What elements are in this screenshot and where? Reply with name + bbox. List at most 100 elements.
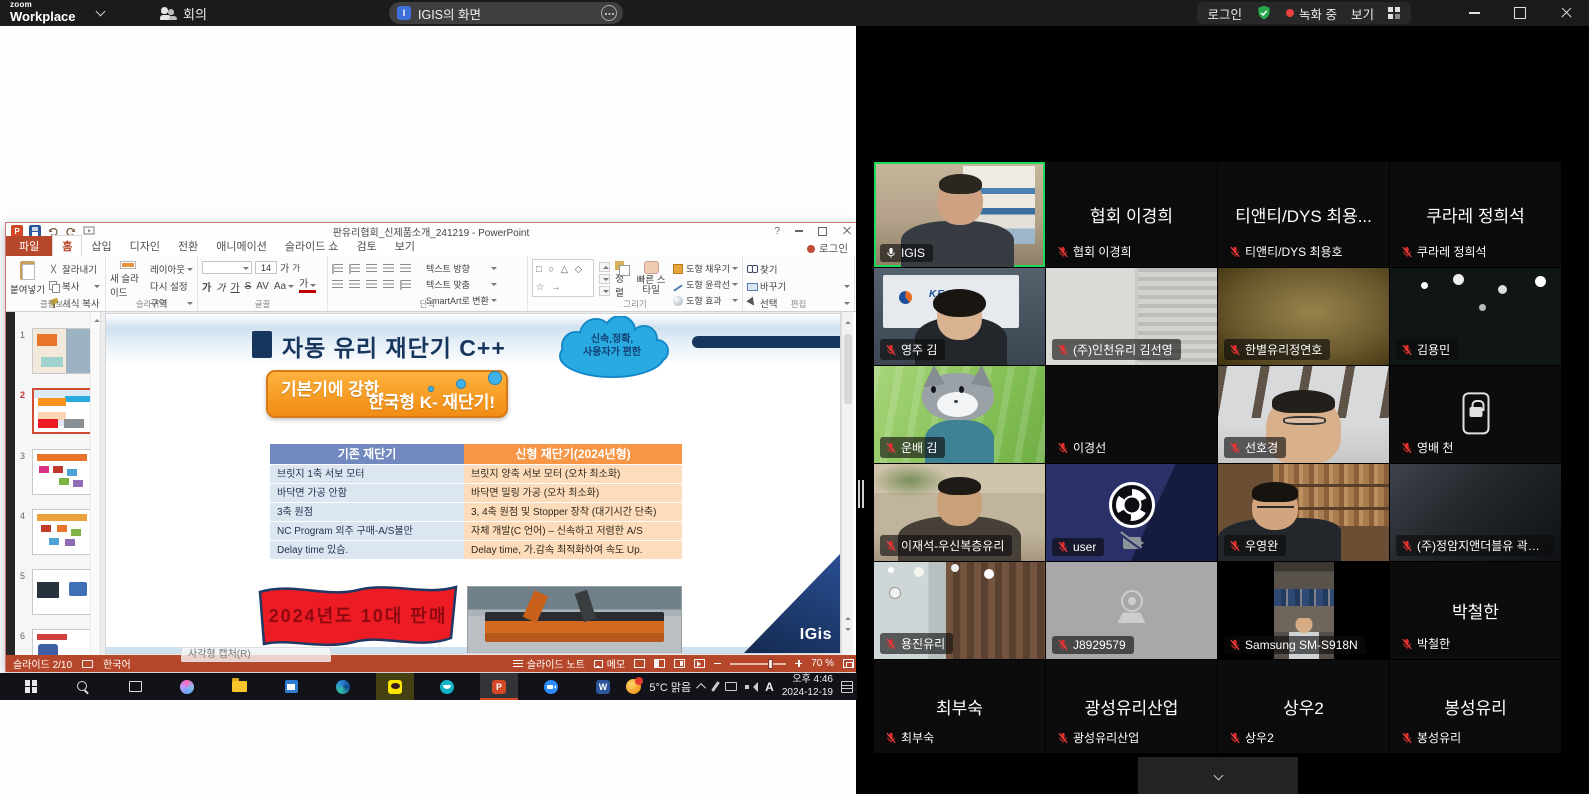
edge-button[interactable] [324, 673, 362, 700]
participant-tile-11[interactable]: 선호경 [1218, 366, 1389, 463]
notes-button[interactable]: 슬라이드 노트 [513, 656, 585, 671]
participant-tile-24[interactable]: 봉성유리봉성유리 [1390, 660, 1561, 753]
participant-tile-22[interactable]: 광성유리산업광성유리산업 [1046, 660, 1217, 753]
login-button[interactable]: 로그인 [1207, 4, 1242, 23]
ppt-tab-slideshow[interactable]: 슬라이드 쇼 [276, 236, 348, 256]
zoom-level[interactable]: 70 % [811, 658, 834, 669]
chevron-down-icon[interactable] [96, 7, 106, 17]
ppt-restore-icon[interactable] [817, 226, 828, 237]
powerpoint-taskbar-button[interactable]: P [480, 673, 518, 700]
view-button[interactable]: 보기 [1351, 4, 1374, 23]
hidden-icons-chevron[interactable] [696, 683, 706, 693]
security-shield-icon[interactable] [1256, 5, 1272, 21]
shapes-scroll-down-icon[interactable] [599, 274, 610, 284]
participant-tile-17[interactable]: 용진유리 [874, 562, 1045, 659]
columns-icon[interactable] [400, 280, 411, 290]
store-app-button[interactable] [272, 673, 310, 700]
ppt-minimize-icon[interactable] [793, 226, 804, 237]
quick-styles-button[interactable]: 빠른 스타일 [634, 259, 668, 299]
shape-outline-button[interactable]: 도형 윤곽선 [673, 278, 738, 291]
line-spacing-icon[interactable] [400, 264, 411, 274]
participant-tile-6[interactable]: (주)인천유리 김선영 [1046, 268, 1217, 365]
ppt-tab-home[interactable]: 홈 [52, 235, 82, 256]
tab-meeting[interactable]: 회의 [160, 0, 207, 26]
zoom-out-icon[interactable] [714, 663, 721, 665]
align-left-icon[interactable] [332, 280, 343, 290]
maximize-button[interactable] [1497, 0, 1543, 26]
participant-tile-8[interactable]: 김용민 [1390, 268, 1561, 365]
copilot-button[interactable] [168, 673, 206, 700]
participant-tile-9[interactable]: 운배 김 [874, 366, 1045, 463]
file-explorer-button[interactable] [220, 673, 258, 700]
participant-tile-10[interactable]: 이경선 [1046, 366, 1217, 463]
participant-tile-7[interactable]: 한별유리정연호 [1218, 268, 1389, 365]
zoom-in-icon[interactable] [795, 660, 802, 667]
numbering-icon[interactable] [349, 264, 360, 274]
speaker-icon[interactable] [745, 682, 757, 692]
participant-tile-20[interactable]: 박철한박철한 [1390, 562, 1561, 659]
scrollbar-thumb[interactable] [844, 334, 852, 404]
cut-button[interactable]: 잘라내기 [49, 262, 100, 276]
paste-button[interactable]: 붙여넣기 [10, 259, 45, 299]
decrease-indent-icon[interactable] [366, 264, 377, 274]
copy-button[interactable]: 복사 [49, 279, 100, 293]
increase-indent-icon[interactable] [383, 264, 394, 274]
participant-tile-18[interactable]: J8929579 [1046, 562, 1217, 659]
pen-tray-icon[interactable] [711, 681, 720, 692]
change-case-button[interactable]: Aa [274, 281, 294, 292]
italic-button[interactable]: 가 [216, 279, 225, 294]
character-spacing-button[interactable]: AV [256, 281, 269, 292]
tab-shared-screen[interactable]: I IGIS의 화면 [389, 2, 623, 24]
align-center-icon[interactable] [349, 280, 360, 290]
participant-tile-21[interactable]: 최부숙최부숙 [874, 660, 1045, 753]
panel-resize-handle[interactable] [858, 480, 865, 508]
font-size-select[interactable]: 14 [255, 261, 277, 274]
normal-view-icon[interactable] [634, 659, 645, 668]
slideshow-view-icon[interactable] [694, 659, 705, 668]
underline-button[interactable]: 가 [230, 279, 239, 294]
shrink-font-button[interactable]: 가 [292, 262, 300, 274]
taskbar-clock[interactable]: 오후 4:46 2024-12-19 [782, 674, 833, 699]
replace-button[interactable]: 바꾸기 [747, 279, 850, 293]
participant-tile-4[interactable]: 쿠라레 정희석쿠라레 정희석 [1390, 162, 1561, 267]
keyboard-tray-icon[interactable] [725, 682, 737, 691]
participant-tile-13[interactable]: 이재석-우신복층유리 [874, 464, 1045, 561]
participant-tile-3[interactable]: 티앤티/DYS 최용...티앤티/DYS 최용호 [1218, 162, 1389, 267]
participant-tile-1[interactable]: IGIS [874, 162, 1045, 267]
kakaotalk-button[interactable] [376, 673, 414, 700]
ppt-login-button[interactable]: 로그인 [807, 241, 848, 256]
next-slide-icon[interactable] [845, 628, 851, 634]
zoom-slider[interactable] [730, 663, 786, 665]
participant-tile-19[interactable]: Samsung SM-S918N [1218, 562, 1389, 659]
participant-tile-5[interactable]: KEGWA영주 김 [874, 268, 1045, 365]
participant-tile-23[interactable]: 상우2상우2 [1218, 660, 1389, 753]
scroll-up-icon[interactable] [845, 318, 851, 324]
grow-font-button[interactable]: 가 [280, 260, 289, 275]
ppt-tab-transitions[interactable]: 전환 [169, 236, 207, 256]
ppt-tab-file[interactable]: 파일 [6, 236, 52, 256]
notification-center-icon[interactable] [841, 681, 853, 693]
gallery-scroll-down-button[interactable] [1138, 757, 1298, 794]
slide-sorter-view-icon[interactable] [654, 659, 665, 668]
whale-browser-button[interactable] [428, 673, 466, 700]
bold-button[interactable]: 가 [202, 279, 211, 294]
justify-icon[interactable] [383, 280, 394, 290]
participant-tile-16[interactable]: (주)정암지앤더블유 곽근... [1390, 464, 1561, 561]
shapes-scroll-up-icon[interactable] [599, 262, 610, 272]
task-view-button[interactable] [116, 673, 154, 700]
minimize-button[interactable] [1451, 0, 1497, 26]
reading-view-icon[interactable] [674, 659, 685, 668]
shape-fill-button[interactable]: 도형 채우기 [673, 262, 738, 275]
layout-button[interactable]: 레이아웃 [150, 262, 193, 276]
slide-scrollbar[interactable] [841, 312, 853, 655]
slide-canvas[interactable]: 자동 유리 재단기 C++ 신속,정확,사용자가 편한 기본기에 강한, [105, 313, 841, 654]
ppt-tab-design[interactable]: 디자인 [121, 236, 169, 256]
thumbnail-scrollbar[interactable] [90, 312, 99, 655]
zoom-slider-thumb[interactable] [768, 659, 773, 669]
participant-tile-14[interactable]: user [1046, 464, 1217, 561]
participant-tile-15[interactable]: 우영완 [1218, 464, 1389, 561]
language-indicator[interactable]: 한국어 [103, 656, 131, 671]
recording-indicator[interactable]: 녹화 중 [1286, 4, 1337, 23]
taskbar-search-button[interactable] [64, 673, 102, 700]
help-icon[interactable]: ? [774, 226, 780, 237]
